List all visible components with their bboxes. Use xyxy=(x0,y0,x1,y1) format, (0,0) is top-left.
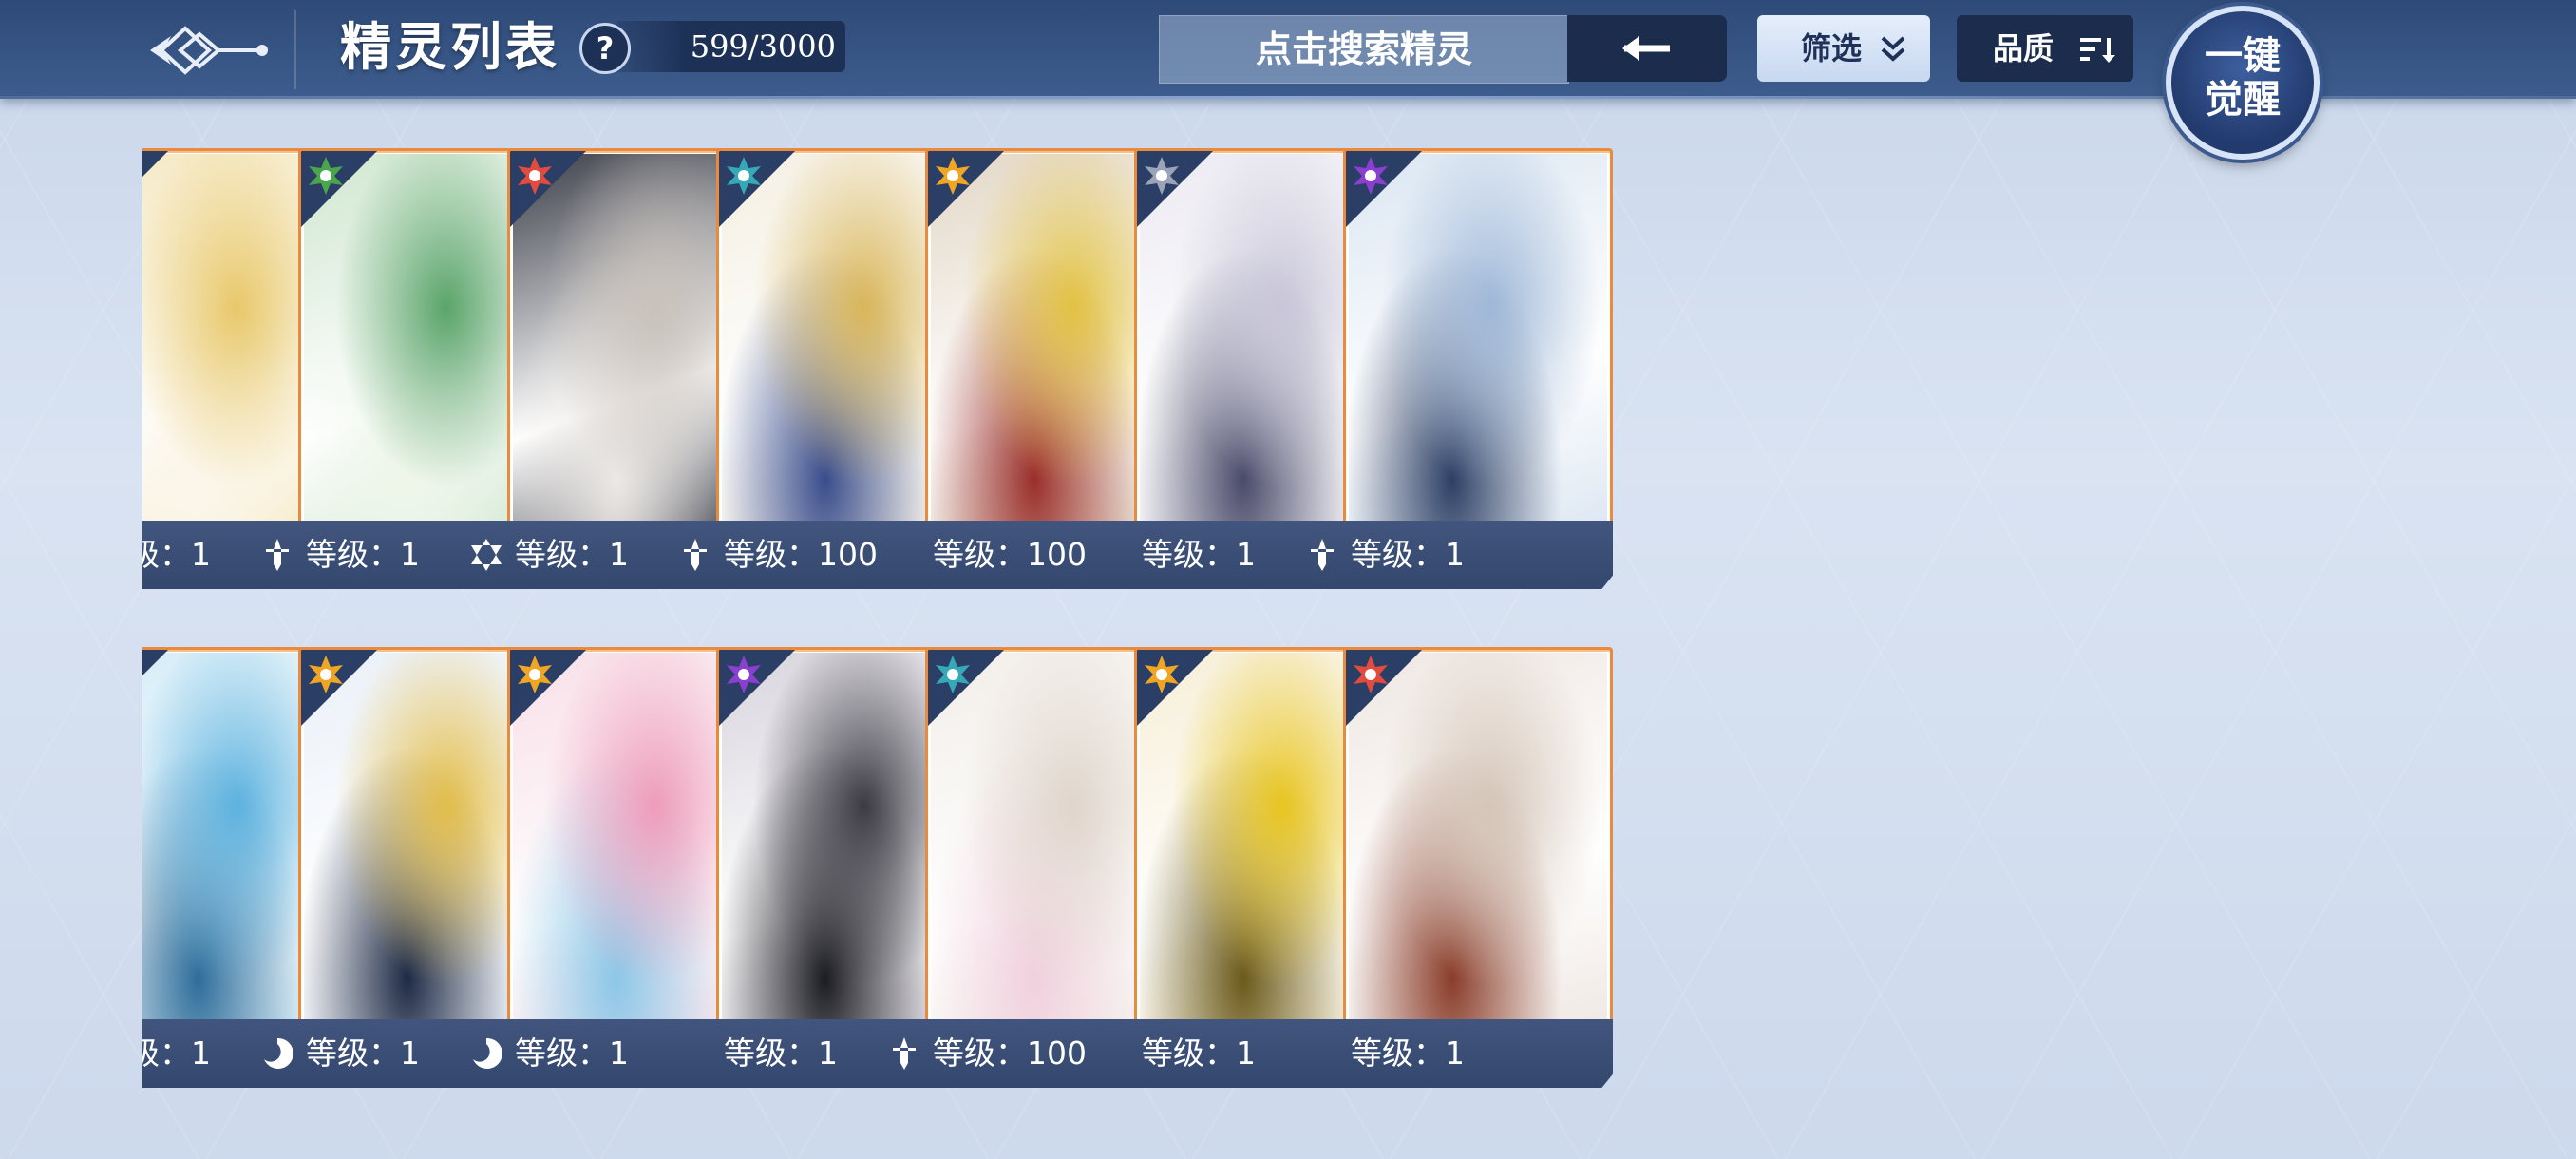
level-label: 等级：1 xyxy=(306,536,420,573)
level-label: 等级：1 xyxy=(724,1035,838,1072)
dark-element-icon xyxy=(1354,157,1388,195)
ice-element-icon xyxy=(727,157,761,195)
element-corner xyxy=(142,650,168,726)
spirit-grid: 等级：1 等级：1 等级：1 等级：100 等级：100 等级：1 等级：1 等级：1 等级：1… xyxy=(142,142,2432,1112)
element-corner xyxy=(142,151,168,227)
quality-sort-button[interactable]: 品质 xyxy=(1957,15,2133,82)
whirl-icon xyxy=(264,1037,294,1069)
level-label: 等级：1 xyxy=(1351,536,1465,573)
neutral-element-icon xyxy=(1145,157,1179,195)
arrow-left-icon xyxy=(1622,36,1670,61)
level-label: 等级：100 xyxy=(933,536,1087,573)
fire-element-icon xyxy=(518,157,552,195)
whirl-icon xyxy=(473,1037,502,1069)
page-title: 精灵列表 xyxy=(340,16,560,77)
sword-icon xyxy=(1311,539,1334,571)
quality-label: 品质 xyxy=(1993,30,2055,66)
sword-icon xyxy=(893,1037,916,1070)
level-label: 等级：100 xyxy=(933,1035,1087,1072)
light-element-icon xyxy=(1145,656,1179,694)
back-emblem-icon[interactable] xyxy=(142,17,275,84)
fire-element-icon xyxy=(1354,656,1388,694)
spirit-card[interactable]: 等级：1 xyxy=(1337,641,1613,1097)
light-element-icon xyxy=(309,656,343,694)
level-label: 等级：1 xyxy=(515,1035,629,1072)
light-element-icon xyxy=(936,157,970,195)
search-input[interactable]: 点击搜索精灵 xyxy=(1159,15,1569,84)
awaken-label-line1: 一键 xyxy=(2205,33,2281,78)
grass-element-icon xyxy=(309,157,343,195)
spirit-count: 599/3000 xyxy=(690,28,836,65)
level-label: 等级：1 xyxy=(306,1035,420,1072)
filter-label: 筛选 xyxy=(1801,30,1863,66)
dark-element-icon xyxy=(727,656,761,694)
level-label: 等级：1 xyxy=(142,1035,211,1072)
awaken-label-line2: 觉醒 xyxy=(2205,77,2281,122)
spirit-portrait-frame xyxy=(1343,148,1613,543)
level-label: 等级：1 xyxy=(1142,1035,1256,1072)
double-chevron-down-icon xyxy=(1881,36,1905,62)
help-button[interactable]: ? xyxy=(579,23,631,74)
sword-icon xyxy=(266,539,289,571)
level-label: 等级：1 xyxy=(515,536,629,573)
sort-icon xyxy=(2080,38,2115,63)
spirit-portrait-frame xyxy=(1343,647,1613,1042)
level-label: 等级：1 xyxy=(1142,536,1256,573)
star-of-david-icon xyxy=(471,539,502,571)
level-label: 等级：100 xyxy=(724,536,878,573)
header-divider xyxy=(294,10,296,89)
sword-icon xyxy=(684,539,707,571)
ice-element-icon xyxy=(936,656,970,694)
level-label: 等级：1 xyxy=(142,536,211,573)
spirit-card[interactable]: 等级：1 xyxy=(1337,142,1613,598)
level-label: 等级：1 xyxy=(1351,1035,1465,1072)
filter-button[interactable]: 筛选 xyxy=(1757,15,1930,82)
one-click-awaken-button[interactable]: 一键 觉醒 xyxy=(2166,6,2320,160)
spirit-count-box: 599/3000 xyxy=(617,21,845,72)
search-back-button[interactable] xyxy=(1567,15,1727,82)
light-element-icon xyxy=(518,656,552,694)
